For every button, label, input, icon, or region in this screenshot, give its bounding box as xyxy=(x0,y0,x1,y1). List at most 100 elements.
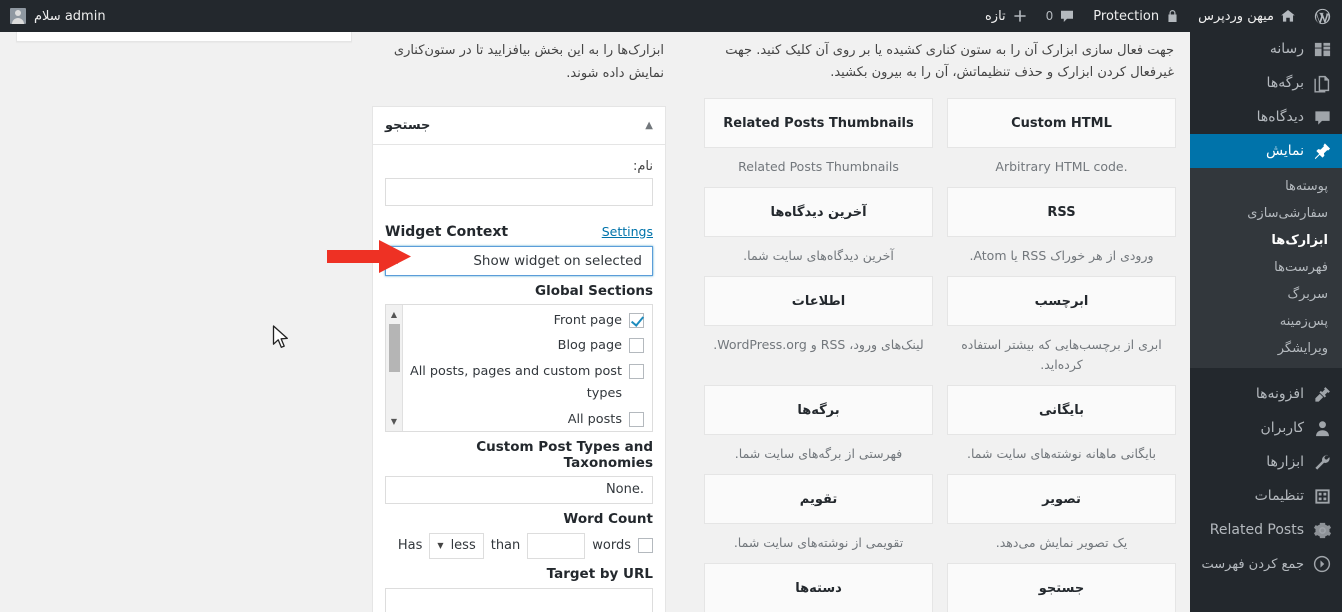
sidebar-item-pages[interactable]: برگه‌ها xyxy=(1190,66,1342,100)
widget-cell: Custom HTML Arbitrary HTML code. xyxy=(947,98,1176,187)
plugin-icon xyxy=(1312,385,1332,404)
widget-body: نام: Widget Context Settings ▼ Show widg… xyxy=(373,145,665,612)
sidebar-subitem-editor[interactable]: ویرایشگر xyxy=(1190,335,1342,362)
custom-post-types-box[interactable]: None. xyxy=(385,475,653,504)
widget-description: تقویمی از نوشته‌های سایت شما. xyxy=(733,535,904,551)
widget-description: لینک‌های ورود، RSS و WordPress.org. xyxy=(713,337,924,353)
word-count-has-label: Has xyxy=(397,538,423,553)
widget-description: فهرستی از برگه‌های سایت شما. xyxy=(734,446,903,462)
sidebar-collapse-menu[interactable]: جمع کردن فهرست xyxy=(1190,547,1342,581)
checkbox-row[interactable]: All posts, pages and custom post types xyxy=(409,359,644,407)
custom-post-types-value: None. xyxy=(605,482,644,497)
admin-bar: میهن وردپرس Protection 0 تازه سلام admin xyxy=(0,0,1342,32)
left-empty-pane xyxy=(0,32,364,612)
widget-card-calendar[interactable]: تقویم xyxy=(704,474,933,525)
sidebar-item-label: افزونه‌ها xyxy=(1255,386,1304,402)
checkbox-label: Blog page xyxy=(557,338,622,354)
settings-gear-icon xyxy=(1312,487,1332,506)
widget-card-pages[interactable]: برگه‌ها xyxy=(704,385,933,436)
widget-title: جستجو xyxy=(385,117,431,133)
widget-description: یک تصویر نمایش می‌دهد. xyxy=(995,535,1128,551)
checkbox-row[interactable]: All posts xyxy=(409,407,644,431)
lock-icon xyxy=(1165,8,1180,24)
checkbox-front-page[interactable] xyxy=(629,312,644,328)
sidebar-panel-intro: ابزارک‌ها را به این بخش بیافزایید تا در … xyxy=(393,43,664,81)
home-icon xyxy=(1280,8,1296,24)
widget-card-recent-comments[interactable]: آخرین دیدگاه‌ها xyxy=(704,187,933,238)
new-content-menu[interactable]: تازه xyxy=(976,0,1037,32)
checkbox-word-count[interactable] xyxy=(638,538,653,553)
menu-separator xyxy=(1190,368,1342,377)
target-by-url-title: Target by URL xyxy=(546,565,653,582)
word-count-row: Has ▼ less than words xyxy=(385,532,653,559)
avatar xyxy=(10,8,26,24)
comments-icon xyxy=(1312,108,1332,127)
sidebar-subitem-menus[interactable]: فهرست‌ها xyxy=(1190,254,1342,281)
widget-card-categories[interactable]: دسته‌ها xyxy=(704,563,933,612)
wordpress-logo-menu[interactable] xyxy=(1305,0,1342,32)
sidebar-item-users[interactable]: کاربران xyxy=(1190,411,1342,445)
widget-cell: اطلاعات لینک‌های ورود، RSS و WordPress.o… xyxy=(704,276,933,385)
widget-card-search[interactable]: جستجو xyxy=(947,563,1176,612)
widget-name-input[interactable] xyxy=(385,177,653,206)
checkbox-label: All posts xyxy=(567,411,622,427)
word-count-input[interactable] xyxy=(527,532,586,559)
sidebar-item-tools[interactable]: ابزارها xyxy=(1190,445,1342,479)
sidebar-item-settings[interactable]: تنظیمات xyxy=(1190,479,1342,513)
widget-context-select[interactable]: ▼ Show widget on selected xyxy=(385,245,653,276)
available-widgets-grid: Custom HTML Arbitrary HTML code. Related… xyxy=(704,98,1176,612)
widget-card-rss[interactable]: RSS xyxy=(947,187,1176,238)
widget-name-label: نام: xyxy=(632,158,653,174)
wordpress-logo-icon xyxy=(1314,8,1331,25)
global-sections-items: Front page Blog page All posts, pages an… xyxy=(403,305,652,431)
sidebar-subitem-widgets[interactable]: ابزارک‌ها xyxy=(1190,227,1342,254)
widget-description: بایگانی ماهانه نوشته‌های سایت شما. xyxy=(967,446,1156,462)
target-by-url-input[interactable] xyxy=(385,587,653,612)
sidebar-item-plugins[interactable]: افزونه‌ها xyxy=(1190,377,1342,411)
sidebar-item-label: کاربران xyxy=(1260,420,1304,436)
widget-cell: ابرچسب ابری از برچسب‌هایی که بیشتر استفا… xyxy=(947,276,1176,385)
wp-body: جهت فعال سازی ابزارک آن را به ستون کناری… xyxy=(0,32,1190,612)
widget-description: ابری از برچسب‌هایی که بیشتر استفاده کرده… xyxy=(961,337,1162,373)
comments-count: 0 xyxy=(1045,9,1054,23)
sidebar-item-media[interactable]: رسانه xyxy=(1190,32,1342,66)
widget-card-tag-cloud[interactable]: ابرچسب xyxy=(947,276,1176,327)
scrollbar-thumb[interactable] xyxy=(389,323,400,372)
checkbox-row[interactable]: Blog page xyxy=(409,333,644,359)
triangle-down-icon[interactable]: ▼ xyxy=(386,414,402,429)
sidebar-item-appearance[interactable]: نمایش xyxy=(1190,134,1342,168)
chevron-up-icon[interactable]: ▲ xyxy=(645,120,653,131)
global-sections-scrollbar[interactable]: ▲ ▼ xyxy=(386,304,403,431)
comment-bubble-icon xyxy=(1059,8,1075,24)
sidebar-item-related-posts[interactable]: Related Posts xyxy=(1190,513,1342,547)
widget-card-related-posts-thumbnails[interactable]: Related Posts Thumbnails xyxy=(704,98,933,149)
checkbox-row[interactable]: Front page xyxy=(409,308,644,334)
sidebar-item-comments[interactable]: دیدگاه‌ها xyxy=(1190,100,1342,134)
collapse-arrow-icon xyxy=(1312,555,1332,573)
comments-menu[interactable]: 0 xyxy=(1037,0,1085,32)
widget-cell: بایگانی بایگانی ماهانه نوشته‌های سایت شم… xyxy=(947,385,1176,474)
widget-card-archives[interactable]: بایگانی xyxy=(947,385,1176,436)
checkbox-all-posts[interactable] xyxy=(629,411,644,427)
word-count-operator-select[interactable]: ▼ less xyxy=(429,532,484,559)
sidebar-item-label: ابزارها xyxy=(1266,454,1304,470)
widget-card-meta[interactable]: اطلاعات xyxy=(704,276,933,327)
open-widget-search: ▲ جستجو نام: Widget Context Settings ▼ S… xyxy=(372,105,666,612)
triangle-up-icon[interactable]: ▲ xyxy=(386,307,402,322)
site-name-menu[interactable]: میهن وردپرس xyxy=(1189,0,1305,32)
checkbox-all-posts-pages-cpt[interactable] xyxy=(629,364,644,379)
account-menu[interactable]: سلام admin xyxy=(0,0,116,32)
sidebar-subitem-header[interactable]: سربرگ xyxy=(1190,281,1342,308)
sidebar-subitem-customize[interactable]: سفارشی‌سازی xyxy=(1190,200,1342,227)
widget-context-settings-link[interactable]: Settings xyxy=(602,224,653,239)
widget-header[interactable]: ▲ جستجو xyxy=(373,106,665,145)
global-sections-title: Global Sections xyxy=(535,282,653,299)
greeting-label: سلام admin xyxy=(34,8,106,24)
widget-card-image[interactable]: تصویر xyxy=(947,474,1176,525)
sidebar-subitem-themes[interactable]: پوسته‌ها xyxy=(1190,173,1342,200)
checkbox-blog-page[interactable] xyxy=(629,338,644,354)
widget-card-custom-html[interactable]: Custom HTML xyxy=(947,98,1176,149)
protection-menu[interactable]: Protection xyxy=(1084,0,1189,32)
sidebar-subitem-background[interactable]: پس‌زمینه xyxy=(1190,308,1342,335)
widget-cell: دسته‌ها یک فهرست یا منوی کشویی از xyxy=(704,563,933,612)
